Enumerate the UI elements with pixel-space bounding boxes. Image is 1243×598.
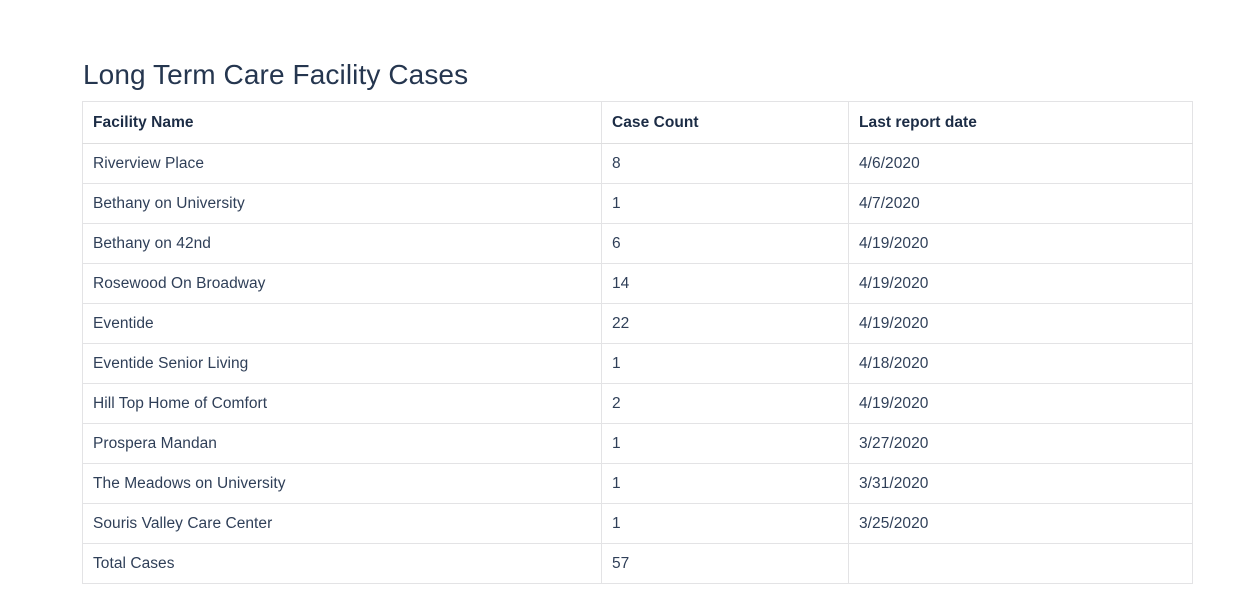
cell-facility: Souris Valley Care Center (82, 503, 602, 544)
long-term-care-facility-cases-table: Facility Name Case Count Last report dat… (82, 101, 1193, 584)
table-body: Riverview Place 8 4/6/2020 Bethany on Unive… (82, 143, 1193, 584)
cell-count: 8 (601, 143, 849, 184)
table-row: Eventide 22 4/19/2020 (82, 303, 1193, 344)
cell-count: 14 (601, 263, 849, 304)
table-header: Facility Name Case Count Last report dat… (82, 101, 1193, 144)
cell-facility: Rosewood On Broadway (82, 263, 602, 304)
table-header-row: Facility Name Case Count Last report dat… (82, 101, 1193, 144)
column-header-case-count: Case Count (601, 101, 849, 144)
table-row: Eventide Senior Living 1 4/18/2020 (82, 343, 1193, 384)
table-row: Total Cases 57 (82, 543, 1193, 584)
cell-count: 22 (601, 303, 849, 344)
cell-count: 1 (601, 183, 849, 224)
cell-date: 4/6/2020 (848, 143, 1193, 184)
cell-count: 2 (601, 383, 849, 424)
table-row: Rosewood On Broadway 14 4/19/2020 (82, 263, 1193, 304)
cell-count: 6 (601, 223, 849, 264)
table-row: Riverview Place 8 4/6/2020 (82, 143, 1193, 184)
cell-count: 1 (601, 503, 849, 544)
cell-date: 4/19/2020 (848, 383, 1193, 424)
table-row: Hill Top Home of Comfort 2 4/19/2020 (82, 383, 1193, 424)
cell-date: 4/7/2020 (848, 183, 1193, 224)
column-header-last-report-date: Last report date (848, 101, 1193, 144)
cell-date: 3/31/2020 (848, 463, 1193, 504)
cell-facility: Eventide Senior Living (82, 343, 602, 384)
table-row: Bethany on University 1 4/7/2020 (82, 183, 1193, 224)
table-row: Bethany on 42nd 6 4/19/2020 (82, 223, 1193, 264)
cell-date: 3/25/2020 (848, 503, 1193, 544)
cell-facility: The Meadows on University (82, 463, 602, 504)
cell-date: 4/19/2020 (848, 223, 1193, 264)
cell-facility: Riverview Place (82, 143, 602, 184)
cell-facility: Prospera Mandan (82, 423, 602, 464)
page-title: Long Term Care Facility Cases (83, 59, 469, 90)
table-row: Prospera Mandan 1 3/27/2020 (82, 423, 1193, 464)
cell-facility: Hill Top Home of Comfort (82, 383, 602, 424)
cell-count: 1 (601, 463, 849, 504)
cell-count: 1 (601, 423, 849, 464)
cell-count: 1 (601, 343, 849, 384)
cell-facility: Bethany on 42nd (82, 223, 602, 264)
cell-date (848, 543, 1193, 584)
table-row: Souris Valley Care Center 1 3/25/2020 (82, 503, 1193, 544)
cell-date: 3/27/2020 (848, 423, 1193, 464)
cell-date: 4/19/2020 (848, 303, 1193, 344)
cell-facility: Total Cases (82, 543, 602, 584)
cell-date: 4/19/2020 (848, 263, 1193, 304)
table-container: Facility Name Case Count Last report dat… (82, 101, 1193, 584)
cell-facility: Bethany on University (82, 183, 602, 224)
table-row: The Meadows on University 1 3/31/2020 (82, 463, 1193, 504)
cell-count: 57 (601, 543, 849, 584)
cell-facility: Eventide (82, 303, 602, 344)
page-container: Long Term Care Facility Cases Facility N… (0, 0, 1243, 584)
cell-date: 4/18/2020 (848, 343, 1193, 384)
column-header-facility-name: Facility Name (82, 101, 602, 144)
